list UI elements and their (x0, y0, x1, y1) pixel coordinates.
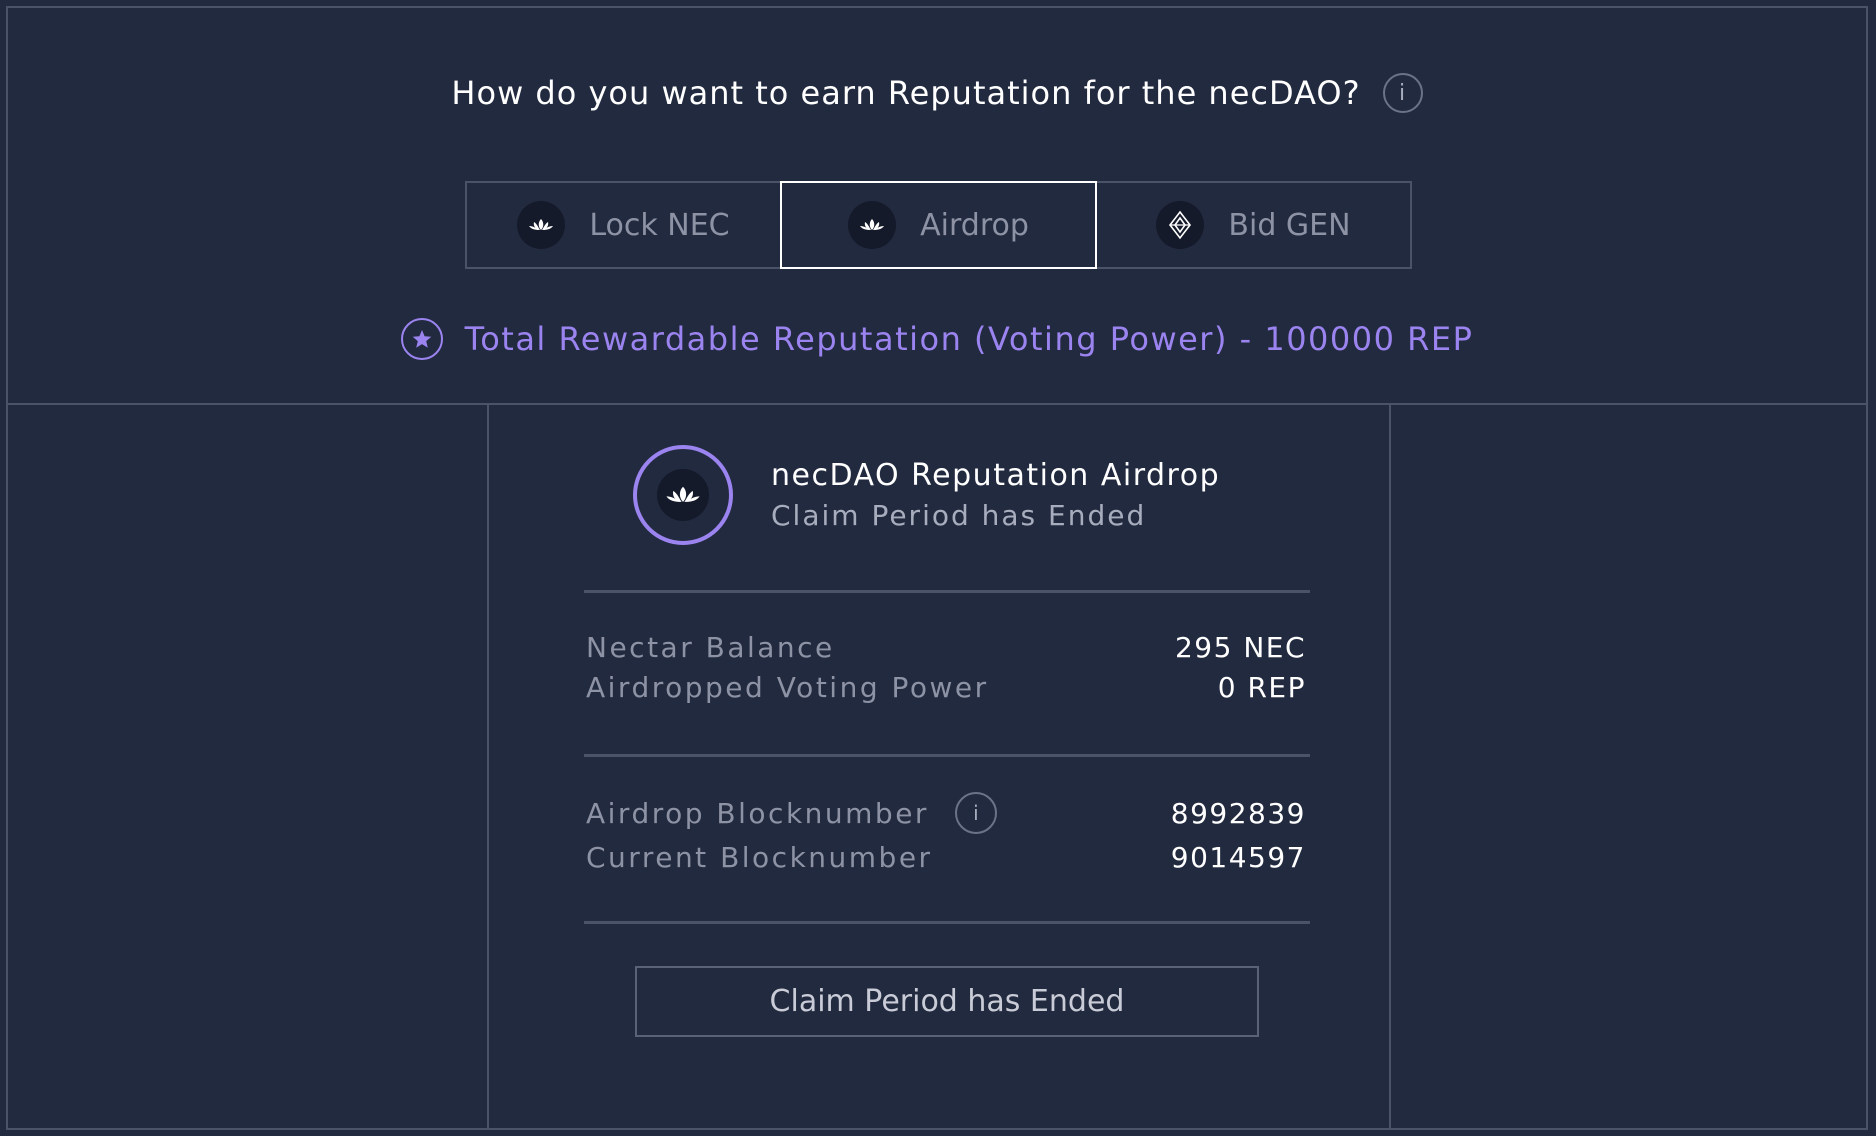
tab-lock-nec-label: Lock NEC (589, 207, 730, 243)
divider (584, 590, 1310, 593)
voting-power-row: Airdropped Voting Power 0 REP (586, 671, 1306, 704)
airdrop-blocknumber-value: 8992839 (1170, 796, 1306, 830)
tab-lock-nec[interactable]: Lock NEC (465, 181, 782, 269)
current-blocknumber-label: Current Blocknumber (586, 841, 933, 874)
airdrop-status: Claim Period has Ended (771, 499, 1147, 532)
airdrop-logo (633, 445, 733, 545)
star-icon (400, 318, 443, 360)
divider (584, 921, 1310, 924)
airdrop-panel: necDAO Reputation Airdrop Claim Period h… (487, 403, 1391, 1130)
tab-bid-gen-label: Bid GEN (1228, 207, 1351, 243)
earn-method-tabs: Lock NEC Airdrop Bid GEN (465, 181, 1412, 269)
airdrop-title: necDAO Reputation Airdrop (771, 458, 1221, 493)
airdrop-card-header: necDAO Reputation Airdrop Claim Period h… (633, 445, 1220, 545)
current-blocknumber-row: Current Blocknumber 9014597 (586, 841, 1306, 874)
lotus-icon (657, 469, 709, 521)
nectar-balance-label: Nectar Balance (586, 631, 835, 664)
divider (584, 754, 1310, 757)
lotus-icon (517, 201, 566, 249)
current-blocknumber-value: 9014597 (1170, 841, 1306, 874)
page-title: How do you want to earn Reputation for t… (8, 73, 1866, 115)
voting-power-value: 0 REP (1217, 671, 1306, 704)
nectar-balance-row: Nectar Balance 295 NEC (586, 631, 1306, 664)
tab-airdrop[interactable]: Airdrop (780, 181, 1097, 269)
tab-bid-gen[interactable]: Bid GEN (1095, 181, 1412, 269)
info-icon[interactable]: i (954, 792, 997, 834)
total-reputation-text: Total Rewardable Reputation (Voting Powe… (464, 320, 1474, 358)
total-reputation: Total Rewardable Reputation (Voting Powe… (8, 318, 1866, 360)
info-icon[interactable]: i (1382, 73, 1423, 113)
airdrop-card-titles: necDAO Reputation Airdrop Claim Period h… (771, 458, 1220, 532)
lotus-icon (848, 201, 897, 249)
airdrop-blocknumber-label: Airdrop Blocknumber (586, 796, 929, 830)
gen-diamond-icon (1156, 201, 1205, 249)
airdrop-blocknumber-row: Airdrop Blocknumber i 8992839 (586, 792, 1306, 834)
app-frame: How do you want to earn Reputation for t… (6, 6, 1868, 1130)
airdrop-blocknumber-label-wrap: Airdrop Blocknumber i (586, 792, 997, 834)
tab-airdrop-label: Airdrop (920, 207, 1029, 243)
nectar-balance-value: 295 NEC (1174, 631, 1306, 664)
header: How do you want to earn Reputation for t… (8, 8, 1866, 405)
voting-power-label: Airdropped Voting Power (586, 671, 989, 704)
claim-button[interactable]: Claim Period has Ended (635, 966, 1259, 1037)
page-title-text: How do you want to earn Reputation for t… (451, 74, 1361, 112)
